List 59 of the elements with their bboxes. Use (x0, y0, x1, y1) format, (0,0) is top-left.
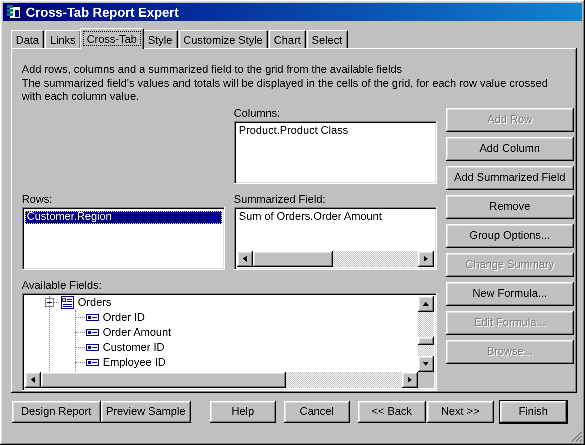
dialog-button[interactable]: << Back (358, 401, 426, 423)
field-icon (86, 314, 99, 321)
horizontal-scrollbar[interactable] (237, 251, 434, 267)
list-label: Available Fields: (22, 280, 103, 293)
tree-item[interactable]: Employee ID (102, 356, 167, 368)
tab[interactable]: Cross-Tab (80, 28, 144, 49)
app-icon (6, 4, 22, 20)
dialog-button[interactable]: Preview Sample (101, 401, 191, 423)
tree-item[interactable]: Order ID (102, 312, 146, 324)
list-item[interactable]: Customer.Region (25, 211, 222, 224)
arrow-left-icon (242, 255, 248, 263)
list-box[interactable]: Customer.Region (22, 207, 225, 270)
scrollbar-corner (418, 372, 434, 388)
scrollbar-thumb[interactable] (418, 337, 434, 345)
vertical-scrollbar[interactable] (418, 296, 434, 372)
tab[interactable]: Links (45, 30, 81, 48)
scrollbar-thumb[interactable] (41, 372, 286, 388)
arrow-right-icon (407, 376, 413, 384)
dialog-button[interactable]: Next >> (427, 401, 494, 423)
dialog-button[interactable]: Finish (500, 401, 567, 423)
resize-grip-icon[interactable] (571, 431, 583, 443)
instruction-text: The summarized field's values and totals will be displayed in the cells of the grid, for each row value crossed with each column value. (22, 78, 550, 104)
dialog-button[interactable]: Help (210, 401, 276, 423)
list-label: Rows: (22, 194, 54, 207)
list-item[interactable]: Sum of Orders.Order Amount (237, 211, 384, 224)
list-label: Summarized Field: (234, 194, 327, 207)
tree-item[interactable]: Customer ID (102, 342, 166, 354)
tab[interactable]: Chart (269, 30, 306, 48)
tree-item[interactable]: Orders (77, 296, 113, 308)
field-icon (86, 359, 99, 366)
tree-view[interactable]: Orders Order ID Order Amount Customer ID Employee ID (22, 293, 437, 391)
action-button[interactable]: Add Summarized Field (446, 166, 574, 190)
collapse-icon[interactable] (45, 298, 54, 307)
tab[interactable]: Select (306, 30, 348, 48)
field-icon (86, 344, 99, 351)
horizontal-scrollbar[interactable] (25, 372, 418, 388)
arrow-up-icon (422, 301, 430, 307)
arrow-down-icon (422, 361, 430, 367)
list-box[interactable]: Sum of Orders.Order Amount (234, 207, 437, 270)
tab[interactable]: Data (11, 30, 44, 48)
action-button[interactable]: New Formula... (446, 282, 574, 306)
scrollbar-thumb[interactable] (253, 251, 333, 267)
instruction-text: Add rows, columns and a summarized field to the grid from the available fields (22, 64, 404, 77)
table-icon (61, 296, 74, 309)
tree-item[interactable]: Order Amount (102, 326, 172, 338)
tab[interactable]: Style (143, 30, 178, 48)
tab[interactable]: Customize Style (178, 30, 268, 48)
action-button[interactable]: Group Options... (446, 224, 574, 248)
list-box[interactable]: Product.Product Class (234, 121, 437, 184)
field-icon (86, 329, 99, 336)
action-button[interactable]: Add Column (446, 137, 574, 161)
window-title: Cross-Tab Report Expert (26, 4, 179, 20)
dialog-button[interactable]: Design Report (12, 401, 101, 423)
list-item[interactable]: Product.Product Class (237, 125, 350, 138)
list-label: Columns: (234, 108, 282, 121)
arrow-right-icon (423, 255, 429, 263)
arrow-left-icon (30, 376, 36, 384)
dialog-button[interactable]: Cancel (284, 401, 350, 423)
action-button[interactable]: Remove (446, 195, 574, 219)
